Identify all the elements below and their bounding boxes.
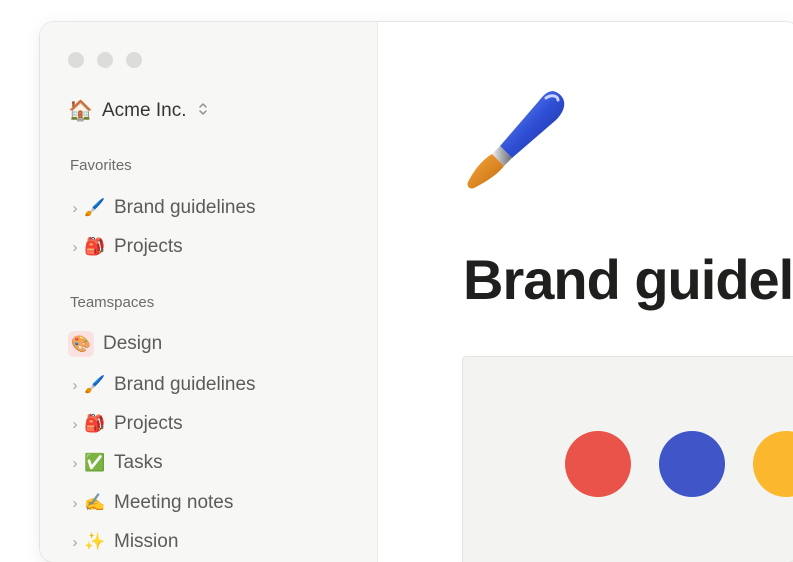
sidebar-item-favorite-brand-guidelines[interactable]: › 🖌️ Brand guidelines: [68, 193, 358, 223]
red-circle: [565, 431, 631, 497]
window-controls: [68, 52, 142, 68]
sidebar: 🏠 Acme Inc. Favorites › 🖌️ Brand guideli…: [40, 22, 378, 562]
sidebar-item-brand-guidelines[interactable]: › 🖌️ Brand guidelines: [68, 370, 358, 400]
chevron-right-icon[interactable]: ›: [68, 495, 82, 512]
palette-icon: 🎨: [68, 331, 94, 357]
sidebar-item-label: Design: [103, 333, 163, 354]
sidebar-item-projects[interactable]: › 🎒 Projects: [68, 409, 358, 439]
chevron-right-icon[interactable]: ›: [68, 534, 82, 551]
teamspaces-heading: Teamspaces: [70, 294, 155, 311]
page-content: Brand guidelines: [378, 22, 793, 562]
sidebar-item-favorite-projects[interactable]: › 🎒 Projects: [68, 232, 358, 262]
chevron-right-icon[interactable]: ›: [68, 416, 82, 433]
workspace-switcher[interactable]: 🏠 Acme Inc.: [68, 98, 208, 123]
chevron-right-icon[interactable]: ›: [68, 455, 82, 472]
yellow-circle: [753, 431, 793, 497]
paintbrush-icon[interactable]: [460, 84, 572, 196]
backpack-icon: 🎒: [84, 237, 106, 256]
chevron-right-icon[interactable]: ›: [68, 200, 82, 217]
workspace-name: Acme Inc.: [102, 99, 187, 121]
favorites-heading: Favorites: [70, 157, 132, 174]
sidebar-item-label: Mission: [114, 531, 179, 552]
chevron-right-icon[interactable]: ›: [68, 239, 82, 256]
house-icon: 🏠: [68, 100, 93, 122]
sidebar-item-label: Tasks: [114, 452, 163, 473]
sidebar-item-label: Projects: [114, 413, 183, 434]
cover-image: [462, 356, 793, 562]
chevron-updown-icon: [198, 101, 208, 120]
chevron-right-icon[interactable]: ›: [68, 377, 82, 394]
sidebar-item-mission[interactable]: › ✨ Mission: [68, 527, 358, 557]
sidebar-item-label: Meeting notes: [114, 492, 234, 513]
minimize-window-button[interactable]: [97, 52, 113, 68]
sidebar-item-design-teamspace[interactable]: 🎨 Design: [68, 329, 358, 359]
sidebar-item-meeting-notes[interactable]: › ✍️ Meeting notes: [68, 488, 358, 518]
app-window: 🏠 Acme Inc. Favorites › 🖌️ Brand guideli…: [40, 22, 793, 562]
paintbrush-icon: 🖌️: [84, 375, 106, 394]
zoom-window-button[interactable]: [126, 52, 142, 68]
backpack-icon: 🎒: [84, 414, 106, 433]
page-title[interactable]: Brand guidelines: [463, 247, 793, 312]
paintbrush-icon: 🖌️: [84, 198, 106, 217]
checkbox-icon: ✅: [84, 453, 106, 472]
sidebar-item-label: Projects: [114, 236, 183, 257]
close-window-button[interactable]: [68, 52, 84, 68]
sidebar-item-tasks[interactable]: › ✅ Tasks: [68, 448, 358, 478]
blue-circle: [659, 431, 725, 497]
sidebar-item-label: Brand guidelines: [114, 197, 256, 218]
writing-hand-icon: ✍️: [84, 493, 106, 512]
sparkles-icon: ✨: [84, 532, 106, 551]
sidebar-item-label: Brand guidelines: [114, 374, 256, 395]
